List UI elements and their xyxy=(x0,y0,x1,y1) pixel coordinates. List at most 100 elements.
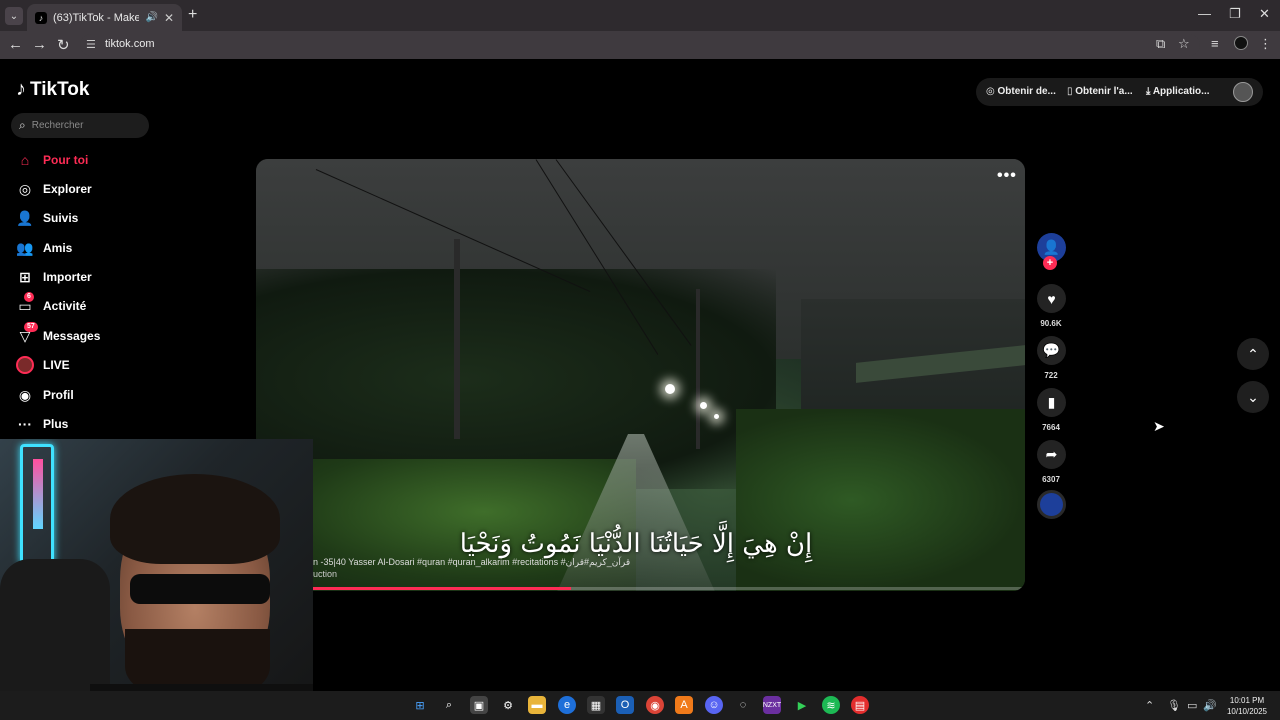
settings-gear-icon[interactable]: ⚙ xyxy=(499,696,517,714)
chevron-up-icon: ⌃ xyxy=(1247,345,1259,362)
app-red-icon[interactable]: ▤ xyxy=(851,696,869,714)
live-icon xyxy=(16,356,34,374)
file-explorer-icon[interactable]: ▬ xyxy=(528,696,546,714)
sidebar-item-explorer[interactable]: ◎ Explorer xyxy=(16,179,92,199)
share-button[interactable]: ➦ xyxy=(1037,440,1066,469)
tiktok-logo-icon: ♪ xyxy=(16,78,26,100)
media-controls-icon[interactable]: ≡ xyxy=(1211,36,1219,51)
tiktok-favicon-icon: ♪ xyxy=(35,11,47,24)
bookmark-star-icon[interactable]: ☆ xyxy=(1178,36,1190,52)
reload-icon[interactable]: ↻ xyxy=(57,36,70,54)
compass-icon: ◎ xyxy=(18,180,32,197)
sidebar-item-profil[interactable]: ◉ Profil xyxy=(16,385,74,405)
sidebar-item-plus[interactable]: ··· Plus xyxy=(16,414,68,434)
profile-icon: ◉ xyxy=(18,386,32,403)
comment-button[interactable]: 💬 xyxy=(1037,336,1066,365)
chrome-icon[interactable]: ◉ xyxy=(646,696,664,714)
sidebar-item-label: Messages xyxy=(43,329,101,343)
chevron-down-icon: ⌄ xyxy=(1247,388,1259,405)
sidebar-item-label: Plus xyxy=(43,417,69,431)
sidebar-item-amis[interactable]: 👥 Amis xyxy=(16,238,72,258)
sidebar-item-label: Profil xyxy=(43,388,74,402)
app-play-icon[interactable]: ▶ xyxy=(793,696,811,714)
install-app-icon[interactable]: ⧉ xyxy=(1156,36,1165,52)
back-icon[interactable]: ← xyxy=(8,36,23,53)
video-progress-bar[interactable] xyxy=(256,587,1025,590)
more-options-icon[interactable]: ••• xyxy=(997,167,1017,185)
app-record-icon[interactable]: ◌ xyxy=(734,696,752,714)
tray-expand-icon[interactable]: ⌃ xyxy=(1145,699,1154,712)
sidebar-item-label: LIVE xyxy=(43,358,70,372)
windows-start-icon[interactable]: ⊞ xyxy=(411,696,429,714)
address-bar[interactable]: ☰ tiktok.com xyxy=(80,34,1200,56)
search-box[interactable]: ⌕ xyxy=(11,113,149,138)
video-arabic-subtitle: إِنْ هِيَ إِلَّا حَيَاتُنَا الدُّنْيَا ن… xyxy=(459,529,813,559)
get-coins-label: Obtenir de... xyxy=(997,86,1056,97)
tab-search-icon[interactable]: ⌄ xyxy=(5,7,23,25)
mouse-cursor-icon: ➤ xyxy=(1153,418,1165,434)
messages-badge: 57 xyxy=(24,321,38,332)
webcam-person-glasses xyxy=(130,574,270,604)
video-scene-streetlight xyxy=(665,384,675,394)
webcam-neon-strip xyxy=(33,459,43,529)
upload-icon: ⊞ xyxy=(19,268,31,285)
browser-menu-icon[interactable]: ⋮ xyxy=(1259,36,1272,52)
volume-icon[interactable]: 🔊 xyxy=(1203,699,1217,712)
site-info-icon[interactable]: ☰ xyxy=(86,38,96,51)
video-player[interactable]: ••• إِنْ هِيَ إِلَّا حَيَاتُنَا الدُّنْي… xyxy=(256,159,1025,591)
store-icon[interactable]: ▦ xyxy=(587,696,605,714)
browser-profile-avatar[interactable] xyxy=(1234,36,1248,50)
outlook-icon[interactable]: O xyxy=(616,696,634,714)
tab-title: (63)TikTok - Make Your Day xyxy=(53,11,140,24)
video-scene-grass-right xyxy=(736,409,1025,591)
screen: ⌄ ♪ (63)TikTok - Make Your Day 🔊 ✕ + — ❐… xyxy=(0,0,1280,720)
video-caption-line2: uction xyxy=(313,569,338,579)
browser-toolbar: ← → ↻ ☰ tiktok.com ⧉ ☆ ≡ ⋮ xyxy=(0,31,1280,59)
forward-icon[interactable]: → xyxy=(32,36,47,53)
search-icon: ⌕ xyxy=(19,118,26,132)
edge-icon[interactable]: e xyxy=(558,696,576,714)
app-a-icon[interactable]: A xyxy=(675,696,693,714)
friends-icon: 👥 xyxy=(16,239,34,256)
sidebar-item-pour-toi[interactable]: ⌂ Pour toi xyxy=(16,150,89,170)
sidebar-item-suivis[interactable]: 👤 Suivis xyxy=(16,208,78,228)
speaker-icon[interactable]: 🔊 xyxy=(145,12,157,23)
next-video-button[interactable]: ⌄ xyxy=(1237,381,1269,413)
user-avatar[interactable] xyxy=(1233,82,1253,102)
sidebar-item-messages[interactable]: ▽ 57 Messages xyxy=(16,321,101,346)
task-view-icon[interactable]: ▣ xyxy=(470,696,488,714)
minimize-icon[interactable]: — xyxy=(1198,6,1211,21)
restore-icon[interactable]: ❐ xyxy=(1229,6,1241,22)
tab-close-icon[interactable]: ✕ xyxy=(164,11,174,25)
spotify-icon[interactable]: ≋ xyxy=(822,696,840,714)
sidebar-item-importer[interactable]: ⊞ Importer xyxy=(16,267,92,287)
discord-icon[interactable]: ☺ xyxy=(705,696,723,714)
get-app-button[interactable]: ▯ Obtenir l'a... xyxy=(1067,86,1133,97)
sidebar-item-live[interactable]: LIVE xyxy=(16,355,70,375)
activity-icon: ▭ 6 xyxy=(16,291,34,315)
tiktok-logo[interactable]: ♪ TikTok xyxy=(16,78,89,101)
search-input[interactable] xyxy=(31,120,132,131)
new-tab-button[interactable]: + xyxy=(188,6,197,24)
get-coins-button[interactable]: ◎ Obtenir de... xyxy=(986,86,1056,97)
music-disc-icon[interactable] xyxy=(1037,490,1066,519)
like-button[interactable]: ♥ xyxy=(1037,284,1066,313)
nzxt-icon[interactable]: NZXT xyxy=(763,696,781,714)
webcam-person-hair xyxy=(110,474,280,564)
taskbar-clock[interactable]: 10:01 PM 10/10/2025 xyxy=(1222,695,1272,717)
search-taskbar-icon[interactable]: ⌕ xyxy=(440,696,458,714)
save-button[interactable]: ▮ xyxy=(1037,388,1066,417)
sidebar-item-label: Amis xyxy=(43,241,73,255)
close-window-icon[interactable]: ✕ xyxy=(1259,6,1270,22)
network-icon[interactable]: ▭ xyxy=(1187,699,1197,712)
activity-badge: 6 xyxy=(24,291,34,302)
follow-plus-icon[interactable]: + xyxy=(1043,256,1057,270)
previous-video-button[interactable]: ⌃ xyxy=(1237,338,1269,370)
microphone-icon[interactable]: 🎙 xyxy=(1167,699,1181,712)
application-button[interactable]: ⤓ Applicatio... xyxy=(1146,86,1210,97)
sidebar-item-activite[interactable]: ▭ 6 Activité xyxy=(16,291,86,316)
windows-taskbar: ⊞ ⌕ ▣ ⚙ ▬ e ▦ O ◉ A ☺ ◌ NZXT ▶ ≋ ▤ ⌃ 🎙 ▭… xyxy=(0,691,1280,720)
logo-text: TikTok xyxy=(30,78,90,100)
like-count: 90.6K xyxy=(1040,319,1062,328)
tab-tiktok[interactable]: ♪ (63)TikTok - Make Your Day 🔊 ✕ xyxy=(27,4,182,31)
